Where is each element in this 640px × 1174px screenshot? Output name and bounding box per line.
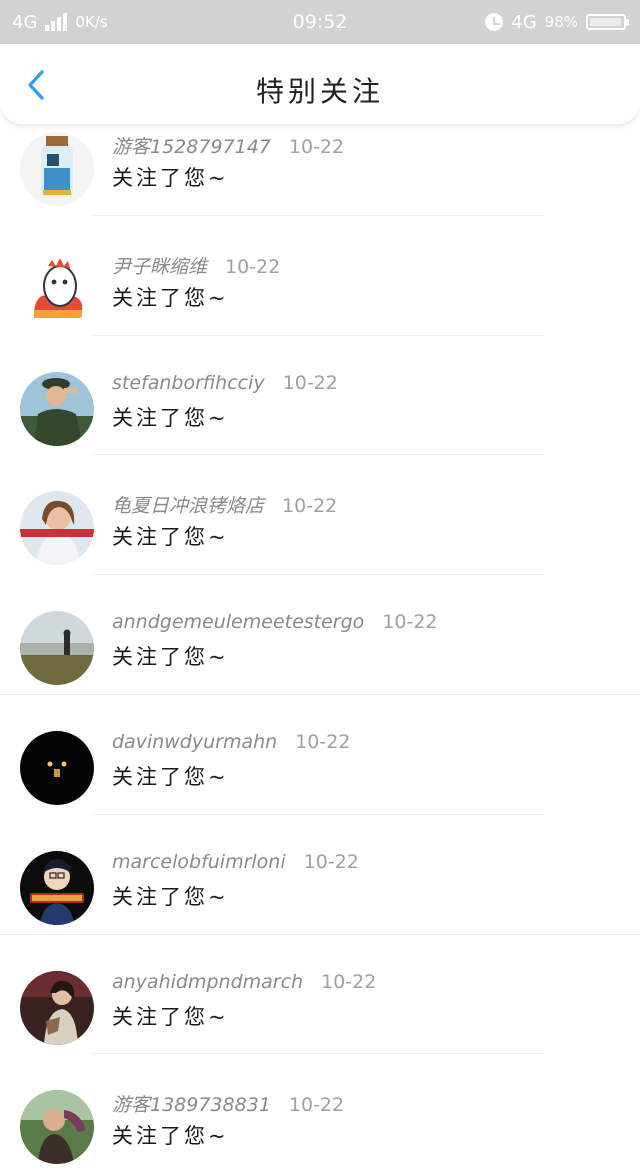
item-meta: 游客1528797147 10-22 — [112, 132, 344, 159]
item-message: 关注了您~ — [112, 645, 229, 670]
network-type-right: 4G — [511, 11, 537, 33]
status-left: 4G 0K/s — [12, 12, 108, 33]
avatar[interactable] — [20, 850, 94, 925]
list-item[interactable]: anndgemeulemeetestergo 10-22 关注了您~ — [0, 575, 640, 695]
avatar[interactable] — [20, 611, 94, 686]
user-name[interactable]: 游客1528797147 — [112, 132, 271, 159]
status-right: 4G 98% — [485, 11, 629, 33]
item-message: 关注了您~ — [112, 764, 229, 789]
item-time: 10-22 — [282, 371, 338, 394]
item-time: 10-22 — [288, 136, 345, 158]
item-time: 10-22 — [321, 970, 377, 993]
item-time: 10-22 — [295, 730, 351, 753]
network-speed: 0K/s — [75, 13, 108, 31]
list-item[interactable]: 游客1389738831 10-22 关注了您~ — [0, 1054, 640, 1174]
avatar[interactable] — [20, 132, 94, 206]
item-time: 10-22 — [282, 495, 338, 518]
list-item[interactable]: 龟夏日冲浪铐烙店 10-22 关注了您~ — [0, 455, 640, 576]
item-message: 关注了您~ — [112, 1004, 229, 1029]
item-meta: 游客1389738831 10-22 — [112, 1090, 344, 1117]
list-item[interactable]: davinwdyurmahn 10-22 关注了您~ — [0, 695, 640, 815]
item-message: 关注了您~ — [112, 525, 229, 550]
network-type-left: 4G — [12, 11, 38, 33]
list-item[interactable]: 尹子眯缩维 10-22 关注了您~ — [0, 216, 640, 336]
list-item[interactable]: anyahidmpndmarch 10-22 关注了您~ — [0, 935, 640, 1055]
signal-icon — [45, 13, 68, 31]
item-meta: anyahidmpndmarch 10-22 — [112, 971, 376, 993]
item-meta: 尹子眯缩维 10-22 — [112, 252, 280, 279]
user-name[interactable]: 尹子眯缩维 — [112, 252, 207, 279]
item-meta: stefanborfihcciy 10-22 — [112, 372, 338, 394]
item-meta: anndgemeulemeetestergo 10-22 — [112, 611, 438, 633]
header: 特别关注 — [0, 44, 640, 124]
user-name[interactable]: 游客1389738831 — [112, 1090, 271, 1117]
page-title: 特别关注 — [255, 75, 384, 108]
avatar[interactable] — [20, 970, 94, 1045]
item-meta: davinwdyurmahn 10-22 — [112, 731, 350, 753]
avatar[interactable] — [20, 730, 94, 805]
item-time: 10-22 — [288, 1094, 345, 1117]
item-time: 10-22 — [225, 255, 281, 278]
list-item[interactable]: stefanborfihcciy 10-22 关注了您~ — [0, 336, 640, 456]
item-message: 关注了您~ — [112, 405, 229, 430]
item-message: 关注了您~ — [112, 285, 229, 310]
avatar[interactable] — [20, 251, 94, 326]
user-name[interactable]: anndgemeulemeetestergo — [112, 611, 364, 633]
user-name[interactable]: 龟夏日冲浪铐烙店 — [112, 491, 264, 518]
avatar[interactable] — [20, 1090, 94, 1165]
battery-percent: 98% — [544, 13, 578, 31]
user-name[interactable]: stefanborfihcciy — [112, 372, 265, 394]
battery-fill — [590, 18, 622, 26]
follow-list: 游客1528797147 10-22 关注了您~ 尹子眯缩维 10-22 关注了… — [0, 96, 640, 1174]
item-message: 关注了您~ — [112, 166, 229, 190]
item-message: 关注了您~ — [112, 884, 229, 909]
item-meta: marcelobfuimrloni 10-22 — [112, 851, 359, 873]
item-message: 关注了您~ — [112, 1124, 229, 1149]
user-name[interactable]: anyahidmpndmarch — [112, 971, 303, 993]
item-time: 10-22 — [303, 850, 359, 873]
user-name[interactable]: marcelobfuimrloni — [112, 851, 286, 873]
avatar[interactable] — [20, 491, 94, 566]
user-name[interactable]: davinwdyurmahn — [112, 731, 277, 753]
battery-icon — [586, 14, 629, 30]
list-item[interactable]: marcelobfuimrloni 10-22 关注了您~ — [0, 815, 640, 935]
alarm-icon — [485, 13, 504, 31]
item-meta: 龟夏日冲浪铐烙店 10-22 — [112, 491, 337, 518]
item-time: 10-22 — [382, 611, 438, 634]
status-bar: 4G 0K/s 09:52 4G 98% — [0, 0, 640, 44]
avatar[interactable] — [20, 371, 94, 446]
